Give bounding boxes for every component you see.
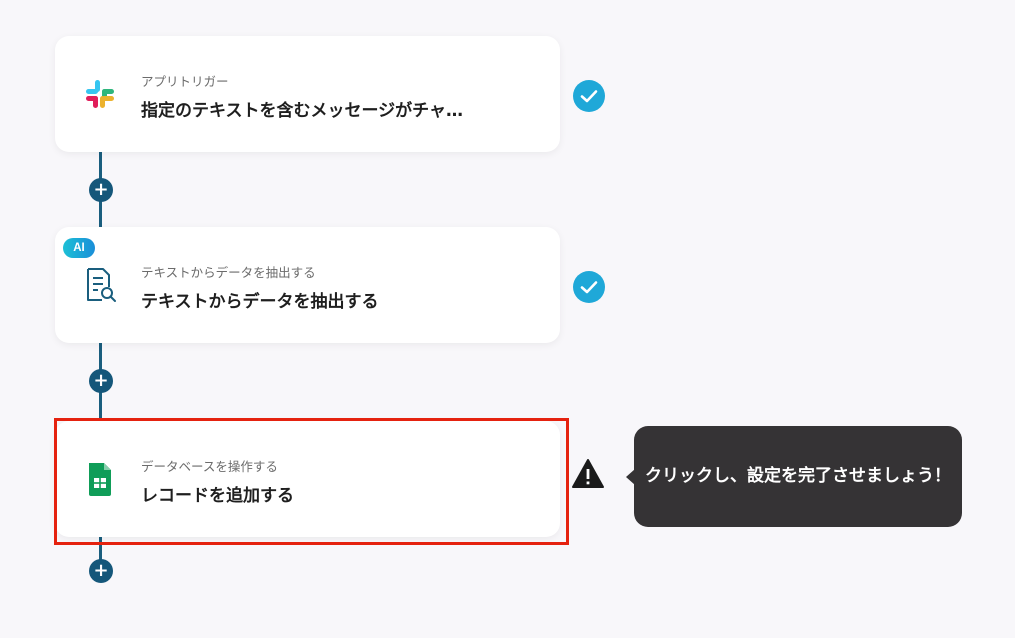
- step-subtitle: アプリトリガー: [141, 74, 229, 89]
- step-title: テキストからデータを抽出する: [141, 292, 379, 312]
- ai-badge: AI: [63, 238, 95, 258]
- step-title: 指定のテキストを含むメッセージがチャ…: [141, 101, 463, 121]
- warning-icon: [571, 458, 605, 490]
- step-subtitle: テキストからデータを抽出する: [141, 265, 316, 280]
- step-card-trigger[interactable]: アプリトリガー 指定のテキストを含むメッセージがチャ…: [55, 36, 560, 152]
- step-card-add-record[interactable]: データベースを操作する レコードを追加する: [55, 421, 560, 537]
- google-sheets-icon: [83, 461, 117, 497]
- add-step-button[interactable]: +: [89, 369, 113, 393]
- step-card-extract[interactable]: テキストからデータを抽出する テキストからデータを抽出する: [55, 227, 560, 343]
- check-icon: [573, 271, 605, 303]
- step-title: レコードを追加する: [141, 486, 294, 506]
- step-subtitle: データベースを操作する: [141, 459, 278, 474]
- document-search-icon: [83, 267, 117, 303]
- add-step-button[interactable]: +: [89, 178, 113, 202]
- setup-tooltip: クリックし、設定を完了させましょう！: [634, 426, 962, 527]
- slack-icon: [83, 76, 117, 112]
- check-icon: [573, 80, 605, 112]
- add-step-button[interactable]: +: [89, 559, 113, 583]
